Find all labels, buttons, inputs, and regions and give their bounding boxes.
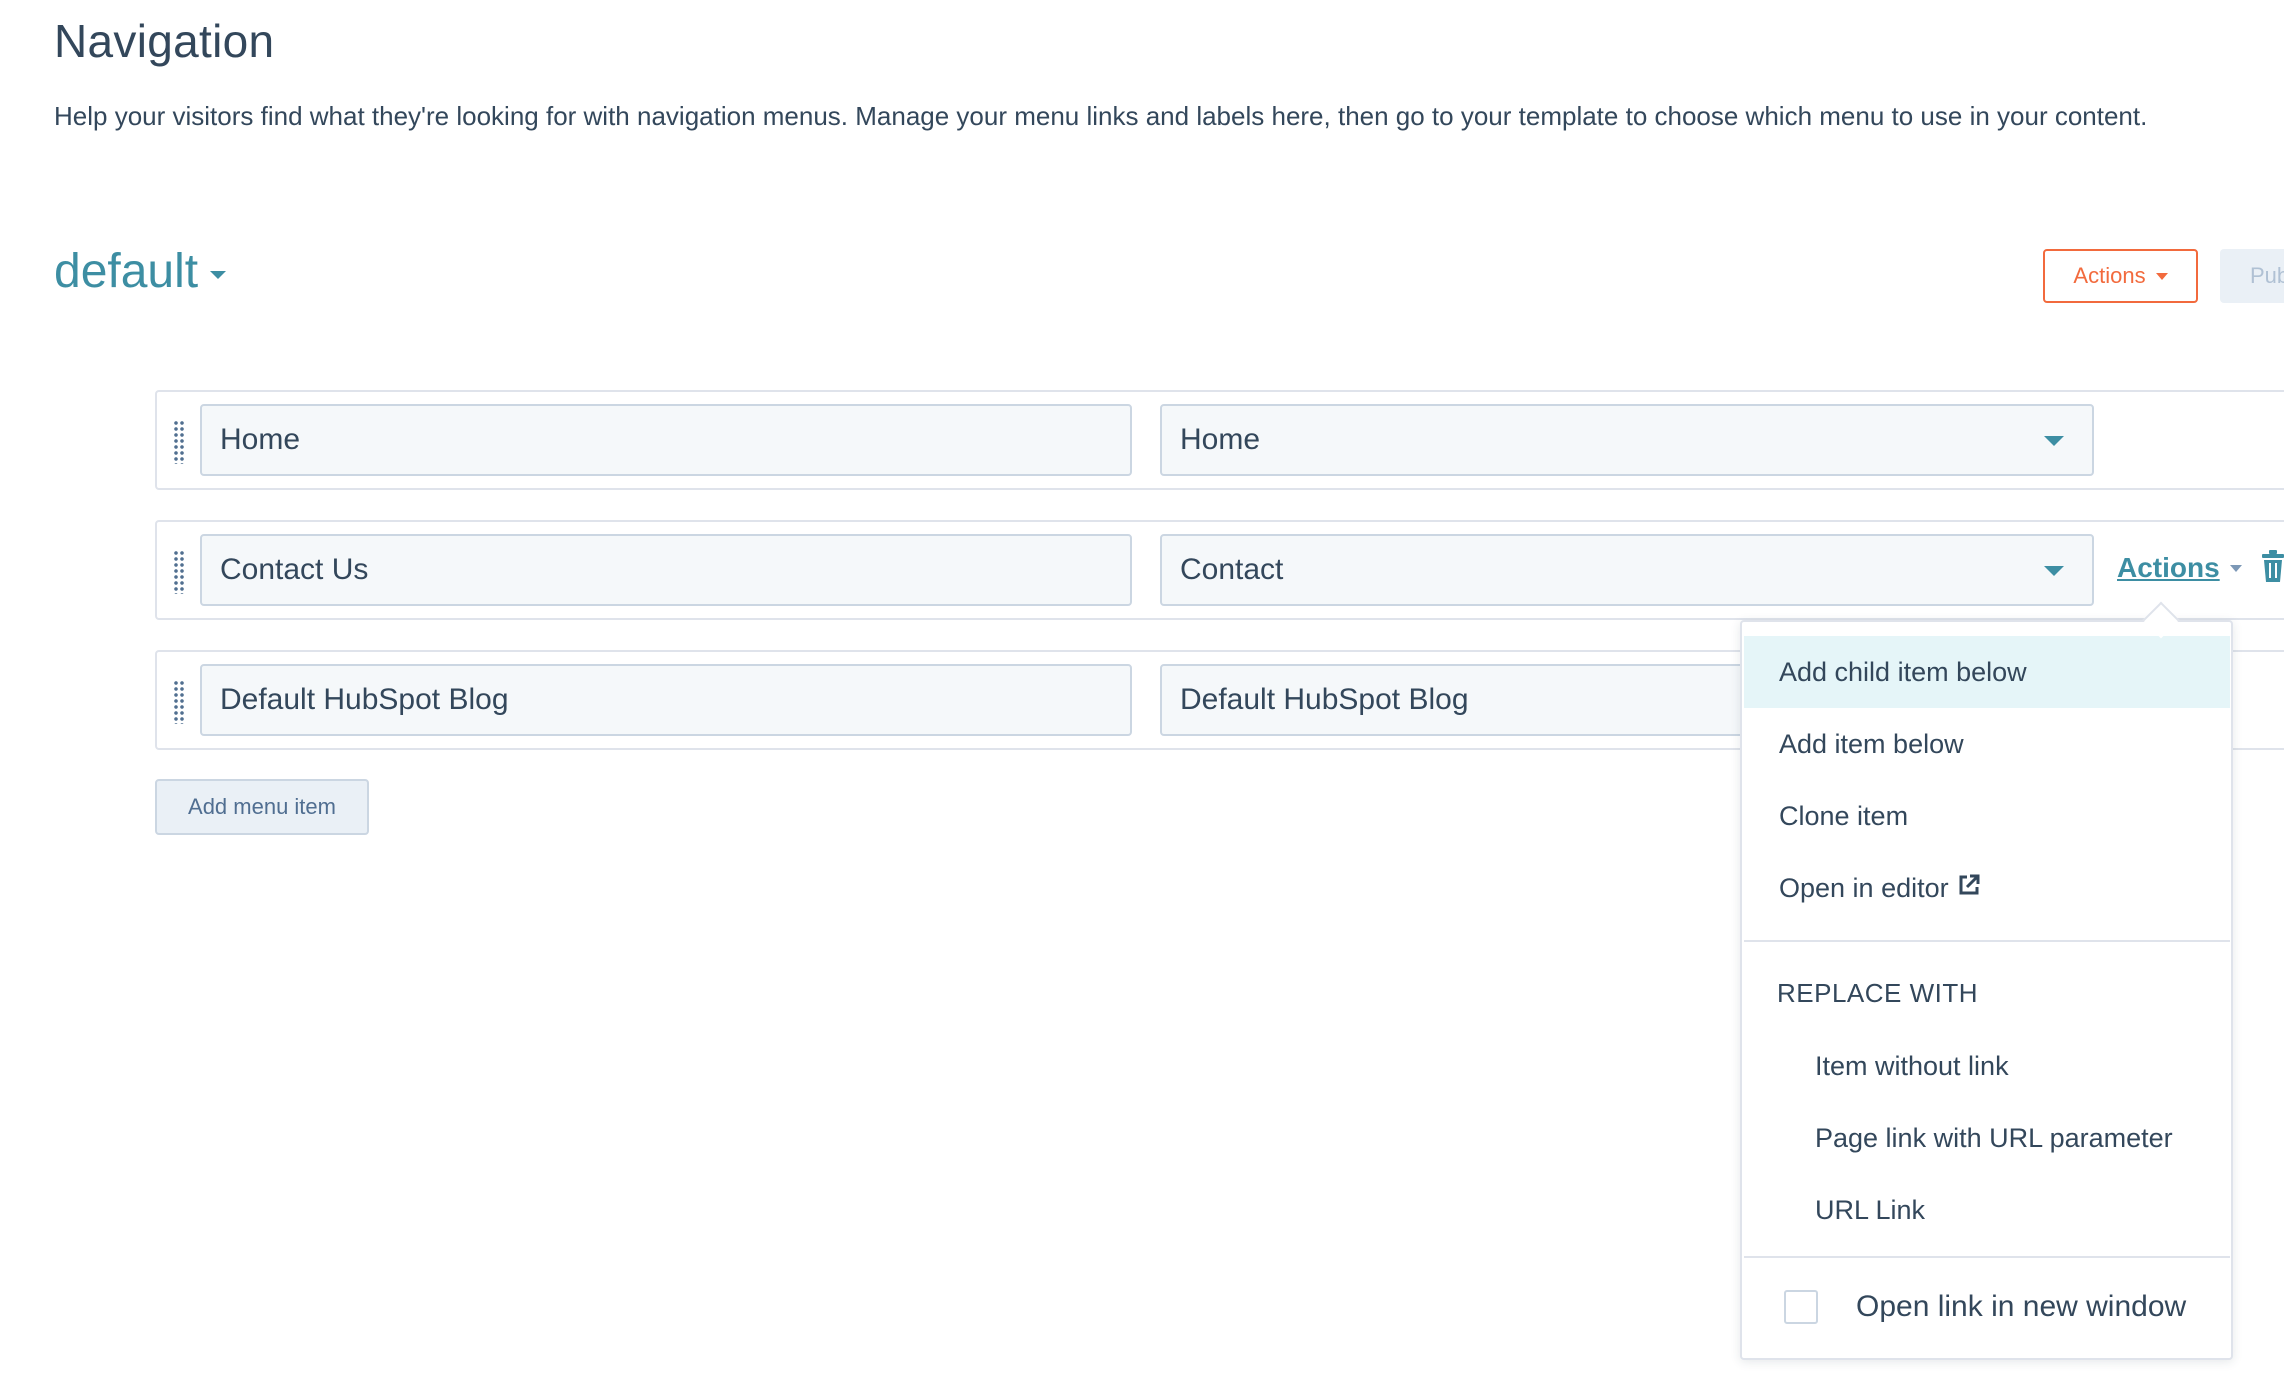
drag-handle-icon[interactable] (173, 420, 185, 464)
add-menu-item-label: Add menu item (188, 794, 336, 819)
row-actions-label: Actions (2117, 552, 2220, 583)
open-in-new-window-option[interactable]: Open link in new window (1784, 1290, 2186, 1324)
menu-actions-label: Actions (2073, 263, 2146, 288)
menu-item-label-value: Default HubSpot Blog (220, 683, 509, 716)
menu-actions-button[interactable]: Actions (2043, 249, 2198, 303)
replace-with-header: REPLACE WITH (1777, 978, 1979, 1008)
page-description: Help your visitors find what they're loo… (54, 101, 2148, 131)
menu-item-row: Home Home (155, 390, 2284, 490)
row-actions-link[interactable]: Actions (2117, 552, 2242, 584)
dropdown-item-add-child-below[interactable]: Add child item below (1744, 636, 2230, 708)
menu-item-link-select[interactable]: Home (1160, 404, 2094, 476)
menu-item-row: Contact Us Contact Actions (155, 520, 2284, 620)
open-in-new-window-checkbox[interactable] (1784, 1290, 1818, 1324)
menu-name-selector[interactable]: default (54, 244, 227, 299)
menu-item-link-value: Home (1180, 423, 1261, 456)
dropdown-divider (1744, 1256, 2230, 1258)
publish-button[interactable]: Pub (2220, 249, 2284, 303)
dropdown-item-label: Item without link (1815, 1050, 2009, 1081)
menu-item-link-value: Contact (1180, 553, 1284, 586)
dropdown-item-open-in-editor[interactable]: Open in editor (1744, 852, 2230, 924)
menu-item-label-value: Home (220, 423, 301, 456)
publish-label: Pub (2250, 263, 2284, 288)
drag-handle-icon[interactable] (173, 550, 185, 594)
menu-name-label: default (54, 245, 199, 298)
add-menu-item-button[interactable]: Add menu item (155, 779, 369, 835)
dropdown-item-add-item-below[interactable]: Add item below (1744, 708, 2230, 780)
dropdown-item-label: Add child item below (1779, 656, 2027, 687)
caret-down-icon (2044, 566, 2064, 576)
menu-item-label-input[interactable]: Home (200, 404, 1132, 476)
page-title: Navigation (54, 15, 275, 67)
external-link-icon (1957, 873, 1981, 904)
dropdown-item-item-without-link[interactable]: Item without link (1744, 1030, 2230, 1102)
dropdown-item-url-link[interactable]: URL Link (1744, 1174, 2230, 1246)
drag-handle-icon[interactable] (173, 680, 185, 724)
trash-icon[interactable] (2261, 550, 2284, 587)
menu-item-label-value: Contact Us (220, 553, 369, 586)
open-in-new-window-label: Open link in new window (1856, 1290, 2187, 1323)
caret-down-icon (2155, 272, 2168, 280)
dropdown-item-label: Clone item (1779, 800, 1909, 831)
menu-item-label-input[interactable]: Contact Us (200, 534, 1132, 606)
row-actions-dropdown: Add child item below Add item below Clon… (1740, 620, 2233, 1360)
caret-down-icon (2044, 436, 2064, 446)
dropdown-divider (1744, 940, 2230, 942)
caret-down-icon (210, 270, 227, 279)
dropdown-item-clone-item[interactable]: Clone item (1744, 780, 2230, 852)
dropdown-item-label: Add item below (1779, 728, 1964, 759)
menu-item-link-select[interactable]: Contact (1160, 534, 2094, 606)
dropdown-item-page-link-with-url-parameter[interactable]: Page link with URL parameter (1744, 1102, 2230, 1174)
caret-down-icon (2229, 564, 2242, 572)
menu-item-label-input[interactable]: Default HubSpot Blog (200, 664, 1132, 736)
dropdown-item-label: Page link with URL parameter (1815, 1122, 2173, 1153)
dropdown-item-label: Open in editor (1779, 872, 1949, 903)
menu-item-link-value: Default HubSpot Blog (1180, 683, 1469, 716)
dropdown-item-label: URL Link (1815, 1194, 1926, 1225)
